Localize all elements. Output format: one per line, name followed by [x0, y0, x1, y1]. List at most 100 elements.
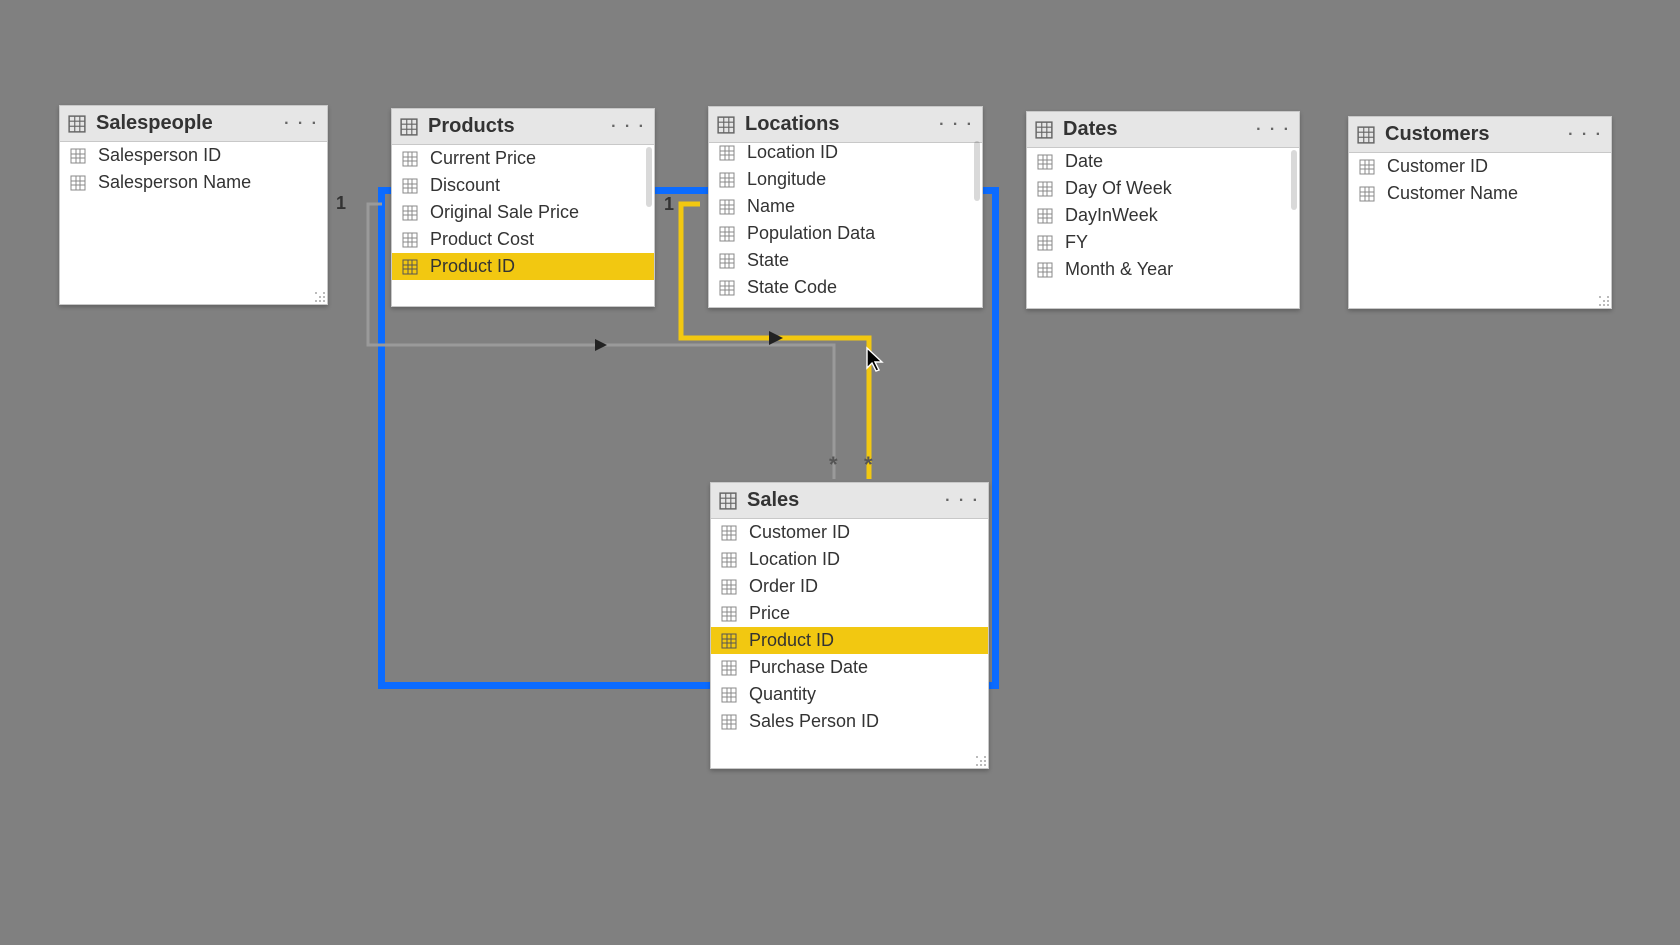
model-canvas[interactable]: 1 1 * * Salespeople · · · Salesperson ID… — [0, 0, 1680, 945]
field-item[interactable]: Day Of Week — [1027, 175, 1299, 202]
more-options-icon[interactable]: · · · — [945, 492, 980, 510]
more-options-icon[interactable]: · · · — [1256, 121, 1291, 139]
table-title: Sales — [747, 489, 799, 512]
table-header[interactable]: Sales · · · — [711, 483, 988, 519]
field-label: DayInWeek — [1065, 205, 1158, 226]
table-locations[interactable]: Locations · · · Location ID Longitude Na… — [708, 106, 983, 308]
field-label: Customer ID — [749, 522, 850, 543]
table-header[interactable]: Dates · · · — [1027, 112, 1299, 148]
table-header[interactable]: Customers · · · — [1349, 117, 1611, 153]
field-item[interactable]: Purchase Date — [711, 654, 988, 681]
field-item[interactable]: Month & Year — [1027, 256, 1299, 283]
field-item[interactable]: Customer ID — [1349, 153, 1611, 180]
more-options-icon[interactable]: · · · — [611, 118, 646, 136]
field-item[interactable]: Order ID — [711, 573, 988, 600]
field-item[interactable]: Product ID — [392, 253, 654, 280]
field-item[interactable]: Discount — [392, 172, 654, 199]
column-icon — [721, 687, 737, 703]
table-customers[interactable]: Customers · · · Customer ID Customer Nam… — [1348, 116, 1612, 309]
field-item[interactable]: DayInWeek — [1027, 202, 1299, 229]
field-item[interactable]: Current Price — [392, 145, 654, 172]
field-label: Product ID — [430, 256, 515, 277]
field-item[interactable]: Customer Name — [1349, 180, 1611, 207]
field-label: Date — [1065, 151, 1103, 172]
cardinality-label: * — [864, 452, 873, 478]
column-icon — [721, 633, 737, 649]
scrollbar[interactable] — [646, 147, 652, 207]
column-icon — [70, 175, 86, 191]
scrollbar[interactable] — [974, 141, 980, 201]
field-item[interactable]: State Code — [709, 274, 982, 301]
field-label: Sales Person ID — [749, 711, 879, 732]
table-icon — [1035, 121, 1053, 139]
field-item[interactable]: Longitude — [709, 166, 982, 193]
table-header[interactable]: Products · · · — [392, 109, 654, 145]
column-icon — [721, 714, 737, 730]
table-icon — [719, 492, 737, 510]
field-item[interactable]: Quantity — [711, 681, 988, 708]
column-icon — [721, 606, 737, 622]
field-item[interactable]: Price — [711, 600, 988, 627]
direction-arrow-icon — [595, 339, 607, 351]
direction-arrow-icon — [769, 331, 783, 345]
field-label: Location ID — [747, 142, 838, 163]
field-label: Purchase Date — [749, 657, 868, 678]
table-salespeople[interactable]: Salespeople · · · Salesperson ID Salespe… — [59, 105, 328, 305]
column-icon — [402, 259, 418, 275]
field-label: Salesperson Name — [98, 172, 251, 193]
column-icon — [719, 253, 735, 269]
column-icon — [719, 280, 735, 296]
field-label: Name — [747, 196, 795, 217]
cardinality-label: 1 — [664, 194, 674, 215]
field-item[interactable]: Product Cost — [392, 226, 654, 253]
field-label: Product Cost — [430, 229, 534, 250]
field-item[interactable]: FY — [1027, 229, 1299, 256]
field-list: Current Price Discount Original Sale Pri… — [392, 145, 654, 306]
field-label: Population Data — [747, 223, 875, 244]
field-label: Day Of Week — [1065, 178, 1172, 199]
resize-grip-icon[interactable] — [976, 756, 986, 766]
table-icon — [400, 118, 418, 136]
field-item[interactable]: Salesperson Name — [60, 169, 327, 196]
scrollbar[interactable] — [1291, 150, 1297, 210]
resize-grip-icon[interactable] — [315, 292, 325, 302]
field-item[interactable]: State — [709, 247, 982, 274]
column-icon — [402, 151, 418, 167]
field-item[interactable]: Date — [1027, 148, 1299, 175]
field-item[interactable]: Original Sale Price — [392, 199, 654, 226]
resize-grip-icon[interactable] — [1599, 296, 1609, 306]
cursor-icon — [865, 346, 885, 374]
table-icon — [68, 115, 86, 133]
column-icon — [719, 145, 735, 161]
table-sales[interactable]: Sales · · · Customer ID Location ID Orde… — [710, 482, 989, 769]
table-title: Products — [428, 115, 515, 138]
field-label: Salesperson ID — [98, 145, 221, 166]
column-icon — [402, 232, 418, 248]
more-options-icon[interactable]: · · · — [939, 116, 974, 134]
table-dates[interactable]: Dates · · · Date Day Of Week DayInWeek F… — [1026, 111, 1300, 309]
field-item[interactable]: Sales Person ID — [711, 708, 988, 735]
column-icon — [721, 525, 737, 541]
table-header[interactable]: Locations · · · — [709, 107, 982, 143]
column-icon — [402, 178, 418, 194]
column-icon — [721, 552, 737, 568]
field-item[interactable]: Location ID — [711, 546, 988, 573]
cardinality-label: * — [829, 452, 838, 478]
field-item[interactable]: Customer ID — [711, 519, 988, 546]
field-list: Date Day Of Week DayInWeek FY Month & Ye… — [1027, 148, 1299, 308]
table-header[interactable]: Salespeople · · · — [60, 106, 327, 142]
field-label: Longitude — [747, 169, 826, 190]
more-options-icon[interactable]: · · · — [1568, 126, 1603, 144]
column-icon — [402, 205, 418, 221]
field-item[interactable]: Population Data — [709, 220, 982, 247]
field-item[interactable]: Product ID — [711, 627, 988, 654]
column-icon — [721, 579, 737, 595]
field-label: Order ID — [749, 576, 818, 597]
column-icon — [1037, 154, 1053, 170]
table-products[interactable]: Products · · · Current Price Discount Or… — [391, 108, 655, 307]
field-item[interactable]: Name — [709, 193, 982, 220]
field-item[interactable]: Salesperson ID — [60, 142, 327, 169]
more-options-icon[interactable]: · · · — [284, 115, 319, 133]
field-item[interactable]: Location ID — [709, 139, 982, 166]
table-title: Customers — [1385, 123, 1489, 146]
